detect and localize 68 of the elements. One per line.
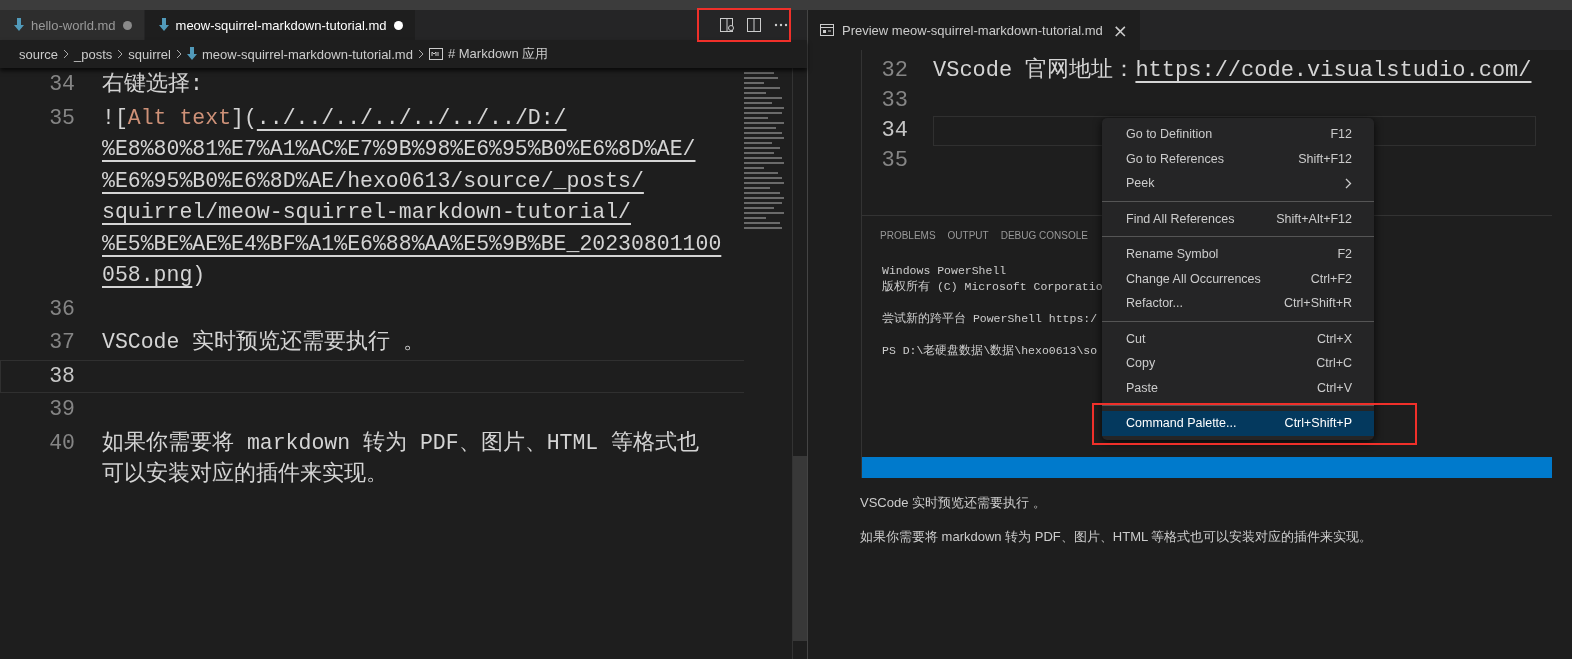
menu-item[interactable]: Command Palette... Ctrl+Shift+P — [1102, 411, 1374, 436]
line-number: 36 — [48, 295, 75, 323]
symbol-icon — [428, 48, 443, 60]
code-text: 右键选择: — [102, 72, 203, 96]
menu-item[interactable]: Find All References Shift+Alt+F12 — [1102, 206, 1374, 231]
terminal-text: PS D:\老硬盘数据\数据\hexo0613\so — [882, 343, 1098, 359]
terminal-text: 版权所有 (C) Microsoft Corporatio — [882, 279, 1103, 295]
image-path-link[interactable]: %E6%95%B0%E6%8D%AE/hexo0613/source/_posts/ — [102, 168, 644, 193]
line-number: 32 — [880, 57, 908, 85]
menu-item[interactable]: Go to References Shift+F12 — [1102, 146, 1374, 171]
markdown-file-icon — [186, 47, 197, 61]
menu-item[interactable]: Rename Symbol F2 — [1102, 242, 1374, 267]
breadcrumb-item[interactable]: source — [19, 46, 59, 62]
line-number: 34 — [48, 71, 75, 98]
preview-paragraph: 如果你需要将 markdown 转为 PDF、图片、HTML 等格式也可以安装对应的插件来实现。 — [860, 528, 1374, 546]
close-button[interactable]: × — [1110, 19, 1130, 41]
menu-item[interactable]: Peek — [1102, 171, 1374, 196]
url-link[interactable]: https://code.visualstudio.com/ — [1135, 58, 1532, 83]
chevron-right-icon — [63, 49, 70, 59]
breadcrumb-item[interactable]: # Markdown 应用 — [447, 45, 549, 63]
panel-tab[interactable]: OUTPUT — [947, 230, 989, 241]
line-number: 40 — [48, 429, 75, 457]
markdown-file-icon — [158, 18, 169, 32]
scrollbar-thumb[interactable] — [793, 456, 807, 641]
image-path-link[interactable]: %E5%BE%AE%E4%BF%A1%E6%88%AA%E5%9B%BE_20230801100 — [102, 231, 722, 256]
chevron-right-icon — [417, 49, 424, 59]
line-number: 37 — [48, 329, 75, 356]
preview-icon[interactable] — [719, 17, 735, 33]
alt-text: Alt text — [127, 105, 232, 130]
menu-item[interactable]: Change All Occurrences Ctrl+F2 — [1102, 266, 1374, 291]
editor-tab[interactable]: hello-world.md — [0, 10, 145, 40]
line-number: 39 — [48, 396, 75, 423]
breadcrumb-item[interactable]: meow-squirrel-markdown-tutorial.md — [201, 46, 413, 62]
split-editor-icon[interactable] — [746, 17, 762, 33]
chevron-right-icon — [1345, 177, 1352, 189]
code-text: ) — [192, 263, 206, 287]
line-number: 33 — [880, 87, 908, 115]
image-path-link[interactable]: %E8%80%81%E7%A1%AC%E7%9B%98%E6%95%B0%E6%8D%AE/ — [102, 137, 696, 161]
code-text: 如果你需要将 markdown 转为 PDF、图片、HTML 等格式也可以安装对应的插件来实现。 — [102, 430, 700, 486]
terminal-text: 尝试新的跨平台 PowerShell https:/ — [882, 311, 1098, 327]
code-text: VScode 官网地址： — [933, 58, 1136, 83]
line-number: 35 — [880, 147, 908, 175]
preview-tab[interactable]: Preview meow-squirrel-markdown-tutorial.md × — [808, 10, 1140, 50]
menu-item[interactable]: Copy Ctrl+C — [1102, 351, 1374, 376]
code-text: VSCode 实时预览还需要执行 。 — [102, 330, 426, 354]
chevron-right-icon — [117, 49, 124, 59]
code-text: ![ — [102, 105, 128, 130]
panel-tab[interactable]: PROBLEMS — [880, 230, 936, 241]
markdown-file-icon — [14, 18, 24, 32]
breadcrumb-item[interactable]: _posts — [74, 46, 113, 62]
preview-paragraph: VSCode 实时预览还需要执行 。 — [860, 494, 1047, 512]
preview-icon — [820, 24, 834, 36]
image-path-link[interactable]: ../../../../../../../D:/ — [256, 105, 567, 130]
image-path-link[interactable]: squirrel/meow-squirrel-markdown-tutorial/ — [102, 200, 631, 224]
image-path-link[interactable]: 058.png — [102, 263, 193, 287]
terminal-text: Windows PowerShell — [882, 263, 1007, 279]
line-number: 35 — [48, 104, 75, 132]
chevron-right-icon — [175, 49, 182, 59]
editor-tab[interactable]: meow-squirrel-markdown-tutorial.md — [144, 10, 416, 40]
code-text: ]( — [231, 105, 257, 130]
menu-item[interactable]: Go to Definition F12 — [1102, 122, 1374, 147]
menu-item[interactable]: Cut Ctrl+X — [1102, 326, 1374, 351]
line-number: 38 — [48, 362, 75, 390]
breadcrumb-item[interactable]: squirrel — [128, 46, 171, 62]
menu-item[interactable]: Refactor... Ctrl+Shift+R — [1102, 291, 1374, 316]
menu-item[interactable]: Paste Ctrl+V — [1102, 375, 1374, 400]
panel-tab[interactable]: DEBUG CONSOLE — [1000, 230, 1088, 241]
line-number: 34 — [880, 117, 908, 145]
